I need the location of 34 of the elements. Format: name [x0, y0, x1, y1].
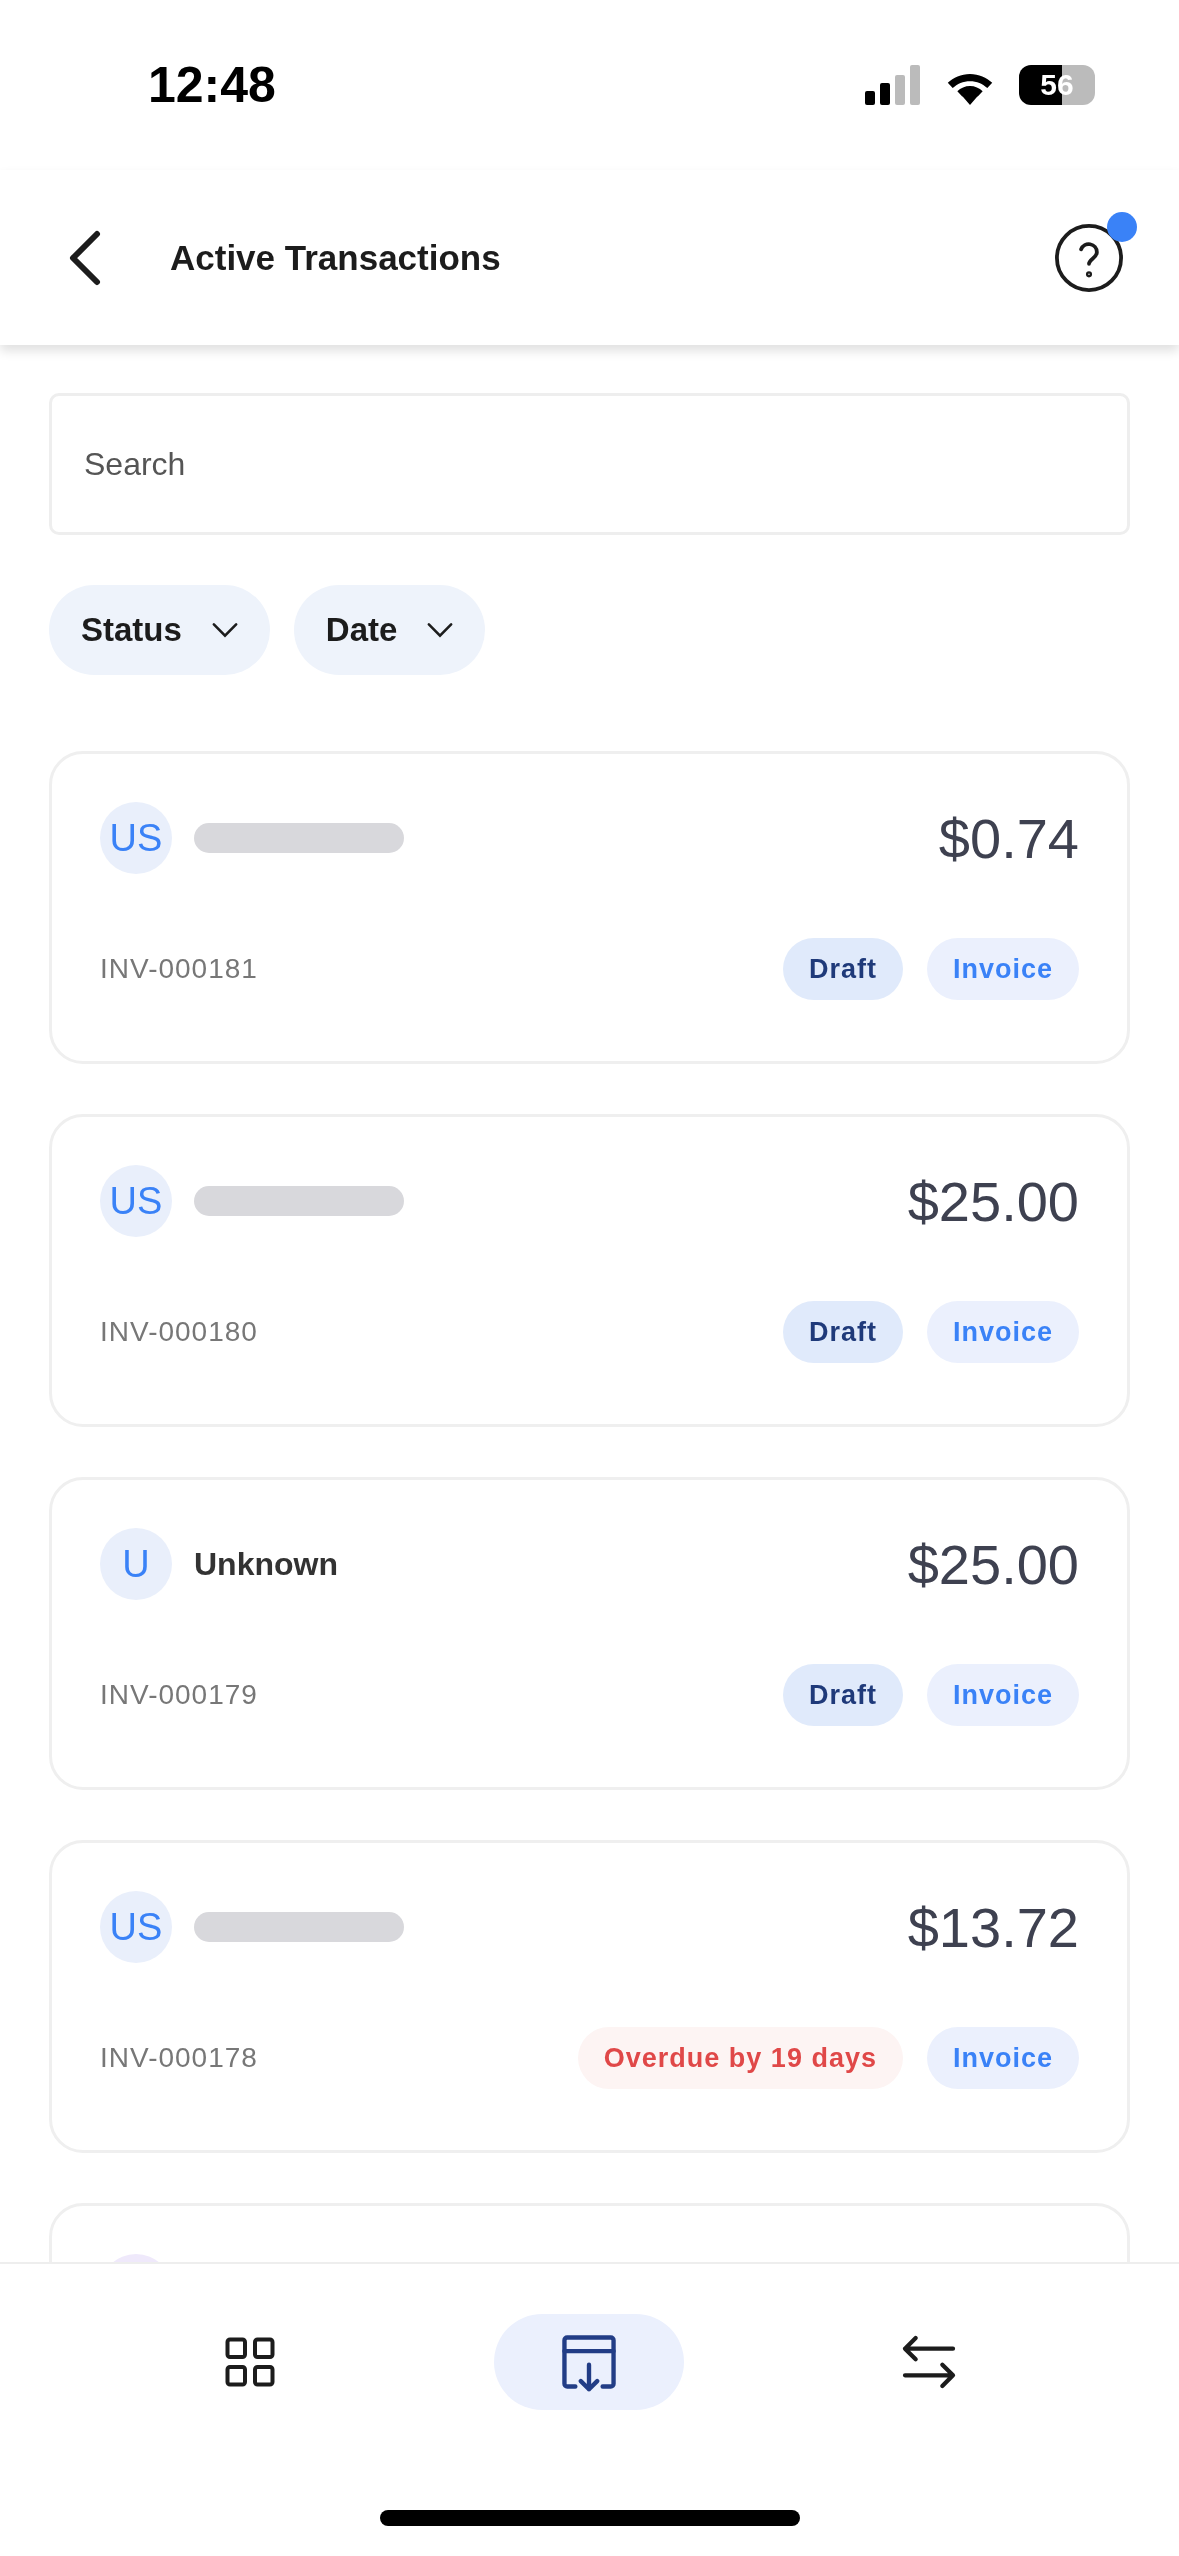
avatar: US: [100, 1891, 172, 1963]
status-badge: Draft: [782, 938, 903, 1000]
avatar: US: [100, 802, 172, 874]
invoice-number: INV-000179: [100, 1679, 258, 1711]
type-badge: Invoice: [926, 938, 1079, 1000]
avatar: US: [100, 1165, 172, 1237]
avatar: U: [100, 1528, 172, 1600]
chevron-down-icon: [427, 622, 454, 638]
invoice-number: INV-000180: [100, 1316, 258, 1348]
page-title: Active Transactions: [170, 237, 502, 278]
status-time: 12:48: [148, 56, 276, 114]
signal-icon: [865, 65, 921, 105]
amount: $25.00: [907, 1168, 1079, 1234]
invoice-number: INV-000178: [100, 2042, 258, 2074]
status-badge: Draft: [782, 1664, 903, 1726]
type-badge: Invoice: [926, 1301, 1079, 1363]
search-field[interactable]: Search: [49, 393, 1130, 535]
transaction-card[interactable]: US $25.00 INV-000180 Draft Invoice: [49, 1114, 1130, 1427]
type-badge: Invoice: [926, 1664, 1079, 1726]
amount: $0.74: [938, 805, 1079, 871]
question-mark-icon: [1054, 222, 1124, 293]
amount: $25.00: [907, 1531, 1079, 1597]
type-badge: Invoice: [926, 2027, 1079, 2089]
filter-dropdown[interactable]: Status: [49, 585, 270, 675]
transaction-card[interactable]: US $0.74 INV-000181 Draft Invoice: [49, 751, 1130, 1064]
status-badge: Draft: [782, 1301, 903, 1363]
transaction-card[interactable]: U Unknown $25.00 INV-000179 Draft Invoice: [49, 1477, 1130, 1790]
customer-name: Unknown: [194, 1545, 338, 1583]
chevron-down-icon: [211, 622, 238, 638]
amount: $13.72: [907, 1894, 1079, 1960]
filter-dropdown[interactable]: Date: [293, 585, 486, 675]
invoice-number: INV-000181: [100, 953, 258, 985]
transaction-card[interactable]: US $13.72 INV-000178 Overdue by 19 days Invoice: [49, 1840, 1130, 2153]
status-badge: Overdue by 19 days: [577, 2027, 903, 2089]
